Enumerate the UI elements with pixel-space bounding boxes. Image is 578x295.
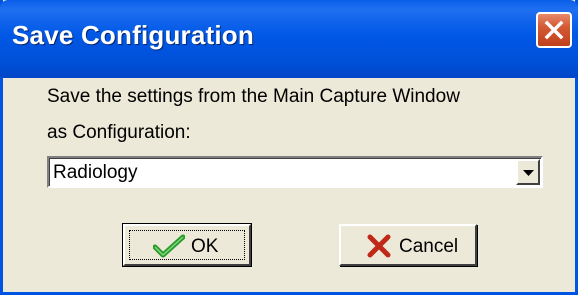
dropdown-button[interactable] — [516, 159, 540, 185]
configuration-combobox[interactable]: Radiology — [47, 156, 543, 188]
checkmark-icon — [153, 234, 185, 258]
save-configuration-dialog: Save Configuration Save the settings fro… — [0, 0, 578, 295]
ok-button-label: OK — [191, 236, 219, 257]
prompt-text-line1: Save the settings from the Main Capture … — [47, 86, 460, 107]
x-mark-icon — [367, 234, 391, 258]
close-button[interactable] — [536, 12, 572, 48]
configuration-value[interactable]: Radiology — [53, 162, 138, 184]
close-icon — [544, 20, 564, 40]
focus-rectangle — [129, 230, 245, 260]
dialog-body: Save the settings from the Main Capture … — [3, 78, 575, 292]
cancel-button-label: Cancel — [399, 236, 459, 257]
cancel-button[interactable]: Cancel — [339, 224, 477, 266]
title-bar[interactable]: Save Configuration — [0, 0, 578, 78]
chevron-down-icon — [523, 170, 534, 176]
prompt-text-line2: as Configuration: — [47, 122, 191, 143]
window-title: Save Configuration — [12, 20, 254, 50]
ok-button[interactable]: OK — [122, 223, 252, 267]
